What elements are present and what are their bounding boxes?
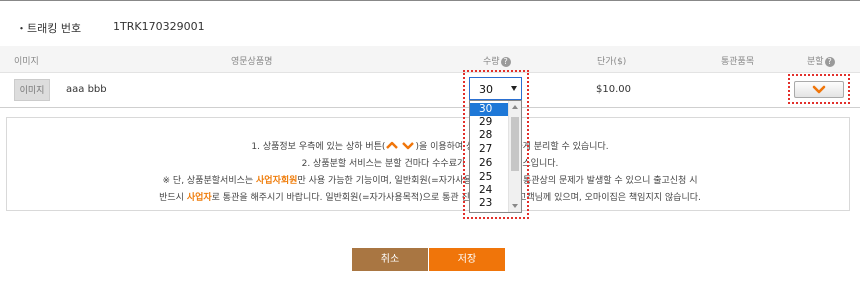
up-down-arrows-icon (386, 141, 415, 150)
notice-text: 만 사용 가능한 기능이며, 일반회원(=자가사용 (297, 176, 472, 186)
qty-option[interactable]: 24 (470, 184, 508, 197)
header-split: 분할? (807, 54, 835, 67)
tracking-number: 1TRK170329001 (113, 20, 205, 33)
header-qty-label: 수량 (483, 57, 500, 67)
notice-text: 고객님께 있으며, 오마이집은 책임지지 않습니다. (518, 193, 701, 203)
header-product-name: 영문상품명 (231, 57, 273, 67)
chevron-down-icon (812, 85, 826, 94)
scroll-down-icon[interactable] (512, 204, 518, 208)
notice-text: 로 통관을 해주시기 바랍니다. 일반회원(=자가사용목적)으로 통관 진행 (211, 193, 479, 203)
notice-highlight: 사업자 (186, 193, 212, 203)
header-qty: 수량? (483, 54, 511, 67)
header-image: 이미지 (14, 57, 39, 67)
header-split-label: 분할 (807, 57, 824, 67)
notice-line-4: 반드시 사업자로 통관을 해주시기 바랍니다. 일반회원(=자가사용목적)으로 … (0, 190, 860, 203)
header-unit-price: 단가($) (597, 57, 627, 67)
qty-select-value: 30 (479, 83, 493, 96)
product-image-placeholder: 이미지 (14, 79, 50, 101)
notice-highlight: 사업자회원 (256, 176, 298, 186)
qty-option[interactable]: 23 (470, 197, 508, 210)
header-customs: 통관품목 (721, 57, 755, 67)
save-button[interactable]: 저장 (429, 248, 505, 271)
table-row (0, 73, 860, 108)
dropdown-arrow-icon (511, 86, 517, 91)
qty-options-list[interactable]: 30 29 28 27 26 25 24 23 (469, 100, 522, 213)
qty-scrollbar[interactable] (508, 101, 521, 212)
notice-line-1: 1. 상품정보 우측에 있는 상하 버튼()을 이용하여 상 하게 분리할 수 있… (0, 139, 860, 152)
unit-price: $10.00 (596, 84, 631, 95)
qty-option[interactable]: 30 (470, 103, 508, 116)
product-name: aaa bbb (66, 84, 107, 95)
split-help-icon[interactable]: ? (824, 56, 835, 67)
scroll-thumb[interactable] (511, 117, 519, 171)
cancel-button[interactable]: 취소 (352, 248, 428, 271)
qty-option[interactable]: 26 (470, 157, 508, 170)
notice-text: 반드시 (159, 193, 187, 203)
qty-option[interactable]: 27 (470, 143, 508, 156)
notice-text: 2. 상품분할 서비스는 분할 건마다 수수료가 (301, 159, 469, 169)
qty-help-icon[interactable]: ? (500, 56, 511, 67)
qty-option[interactable]: 25 (470, 171, 508, 184)
tracking-label: ・트래킹 번호 (16, 22, 82, 35)
split-button[interactable] (794, 81, 844, 98)
notice-text: 1. 상품정보 우측에 있는 상하 버튼( (251, 142, 386, 152)
notice-line-3: ※ 단, 상품분할서비스는 사업자회원만 사용 가능한 기능이며, 일반회원(=… (0, 173, 860, 186)
scroll-up-icon[interactable] (512, 105, 518, 109)
notice-text: 우 통관상의 문제가 발생할 수 있으니 출고신청 시 (511, 176, 698, 186)
notice-text: ※ 단, 상품분할서비스는 (162, 176, 257, 186)
qty-select[interactable]: 30 (469, 77, 522, 100)
notice-line-2: 2. 상품분할 서비스는 분할 건마다 수수료가 비스입니다. (0, 156, 860, 169)
qty-option[interactable]: 29 (470, 116, 508, 129)
qty-option[interactable]: 28 (470, 129, 508, 142)
